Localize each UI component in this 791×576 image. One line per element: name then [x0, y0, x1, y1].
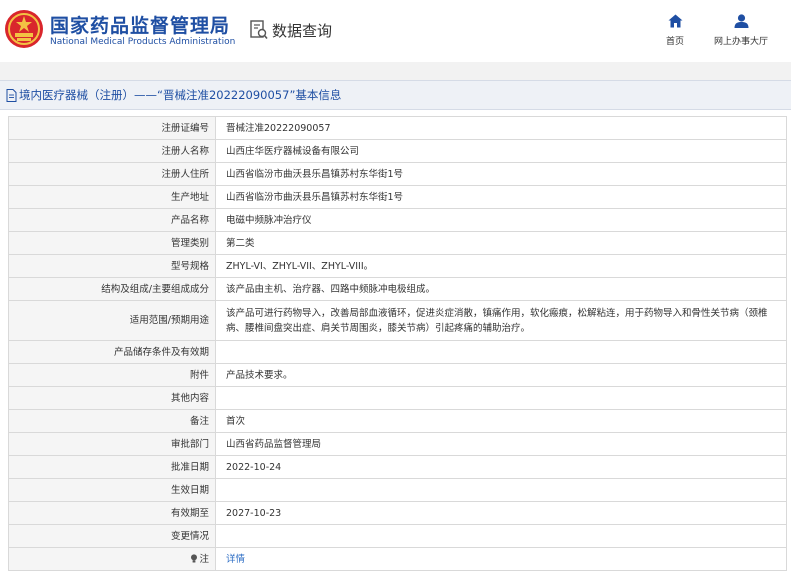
- home-icon: [668, 14, 682, 28]
- row-label: 审批部门: [8, 432, 216, 456]
- row-value: 第二类: [215, 231, 787, 255]
- row-value: [215, 478, 787, 502]
- nav-home-label: 首页: [665, 37, 684, 47]
- row-label: 产品名称: [8, 208, 216, 232]
- table-row: 备注 首次: [8, 409, 787, 433]
- table-row: 注册人住所 山西省临汾市曲沃县乐昌镇苏村东华街1号: [8, 162, 787, 186]
- table-row: 型号规格 ZHYL-VI、ZHYL-VII、ZHYL-VIII。: [8, 254, 787, 278]
- details-link[interactable]: 详情: [226, 554, 245, 565]
- brand-subtitle: National Medical Products Administration: [50, 37, 236, 47]
- row-value: ZHYL-VI、ZHYL-VII、ZHYL-VIII。: [215, 254, 787, 278]
- row-value: 2027-10-23: [215, 501, 787, 525]
- row-label: 注册人住所: [8, 162, 216, 186]
- row-value: 山西省药品监督管理局: [215, 432, 787, 456]
- table-row: 产品储存条件及有效期: [8, 340, 787, 364]
- row-label: 有效期至: [8, 501, 216, 525]
- table-row: 生产地址 山西省临汾市曲沃县乐昌镇苏村东华街1号: [8, 185, 787, 209]
- table-row: 注 详情: [8, 547, 787, 571]
- row-label: 适用范围/预期用途: [8, 300, 216, 341]
- row-value: 晋械注准20222090057: [215, 116, 787, 140]
- row-value: 该产品可进行药物导入，改善局部血液循环，促进炎症消散，镇痛作用，软化瘢痕，松解粘…: [215, 300, 787, 341]
- header-divider: [0, 62, 791, 80]
- table-row: 结构及组成/主要组成成分 该产品由主机、治疗器、四路中频脉冲电极组成。: [8, 277, 787, 301]
- nav-home-button[interactable]: 首页: [660, 14, 690, 47]
- table-row: 附件 产品技术要求。: [8, 363, 787, 387]
- nav-service-hall-label: 网上办事大厅: [713, 37, 768, 47]
- table-row: 管理类别 第二类: [8, 231, 787, 255]
- table-row: 其他内容: [8, 386, 787, 410]
- table-row: 变更情况: [8, 524, 787, 548]
- row-label: 注册人名称: [8, 139, 216, 163]
- table-row: 注册人名称 山西庄华医疗器械设备有限公司: [8, 139, 787, 163]
- table-row: 审批部门 山西省药品监督管理局: [8, 432, 787, 456]
- row-label: 变更情况: [8, 524, 216, 548]
- row-label: 其他内容: [8, 386, 216, 410]
- nav-service-hall-button[interactable]: 网上办事大厅: [708, 14, 774, 47]
- row-value: 山西庄华医疗器械设备有限公司: [215, 139, 787, 163]
- row-value: 山西省临汾市曲沃县乐昌镇苏村东华街1号: [215, 162, 787, 186]
- row-value: [215, 524, 787, 548]
- row-value: 详情: [215, 547, 787, 571]
- table-row: 产品名称 电磁中频脉冲治疗仪: [8, 208, 787, 232]
- table-row: 生效日期: [8, 478, 787, 502]
- row-value: [215, 386, 787, 410]
- record-title: 境内医疗器械（注册）——“晋械注准20222090057”基本信息: [19, 88, 342, 102]
- row-value: 山西省临汾市曲沃县乐昌镇苏村东华街1号: [215, 185, 787, 209]
- lightbulb-icon: [191, 553, 198, 562]
- record-title-bar: 境内医疗器械（注册）——“晋械注准20222090057”基本信息: [0, 80, 791, 110]
- row-label: 生效日期: [8, 478, 216, 502]
- row-value: [215, 340, 787, 364]
- row-label: 生产地址: [8, 185, 216, 209]
- row-label: 批准日期: [8, 455, 216, 479]
- row-label: 注: [199, 553, 209, 565]
- row-label: 产品储存条件及有效期: [8, 340, 216, 364]
- site-header: 国家药品监督管理局 National Medical Products Admi…: [0, 0, 791, 62]
- row-label: 附件: [8, 363, 216, 387]
- brand-title: 国家药品监督管理局: [50, 15, 231, 37]
- user-icon: [734, 14, 748, 28]
- page-heading-label: 数据查询: [272, 21, 333, 40]
- national-emblem-icon: [5, 10, 43, 48]
- data-search-icon: [250, 20, 268, 40]
- table-row: 批准日期 2022-10-24: [8, 455, 787, 479]
- document-icon: [6, 88, 17, 102]
- row-value: 2022-10-24: [215, 455, 787, 479]
- table-row: 有效期至 2027-10-23: [8, 501, 787, 525]
- row-label: 备注: [8, 409, 216, 433]
- page-heading: 数据查询: [250, 18, 332, 42]
- table-row: 适用范围/预期用途 该产品可进行药物导入，改善局部血液循环，促进炎症消散，镇痛作…: [8, 300, 787, 341]
- row-label: 管理类别: [8, 231, 216, 255]
- row-value: 该产品由主机、治疗器、四路中频脉冲电极组成。: [215, 277, 787, 301]
- row-label: 注册证编号: [8, 116, 216, 140]
- row-value: 首次: [215, 409, 787, 433]
- note-row-label: 注: [8, 547, 216, 571]
- table-row: 注册证编号 晋械注准20222090057: [8, 116, 787, 140]
- row-label: 型号规格: [8, 254, 216, 278]
- row-label: 结构及组成/主要组成成分: [8, 277, 216, 301]
- registration-info-table: 注册证编号 晋械注准20222090057 注册人名称 山西庄华医疗器械设备有限…: [8, 116, 787, 571]
- row-value: 产品技术要求。: [215, 363, 787, 387]
- row-value: 电磁中频脉冲治疗仪: [215, 208, 787, 232]
